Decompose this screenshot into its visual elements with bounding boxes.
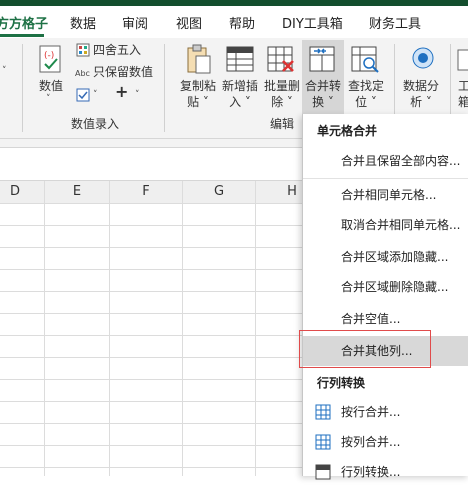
svg-text:(-): (-) bbox=[44, 51, 54, 61]
column-header-f[interactable]: F bbox=[110, 181, 183, 203]
round-icon bbox=[76, 43, 90, 60]
menu-item-label: 合并且保留全部内容... bbox=[341, 154, 461, 168]
menu-item-merge-keep-all[interactable]: 合并且保留全部内容... bbox=[303, 146, 468, 176]
data-analysis-button[interactable]: 数据分析 ˅ bbox=[398, 78, 444, 110]
toolbox-label-line2: 箱 bbox=[458, 95, 468, 109]
active-tab-underline bbox=[0, 34, 44, 37]
plus-button[interactable]: + bbox=[115, 84, 128, 100]
tab-view[interactable]: 视图 bbox=[176, 13, 202, 32]
copy-paste-button[interactable]: 复制粘贴 ˅ bbox=[176, 78, 220, 110]
menu-item-unmerge-same[interactable]: 取消合并相同单元格... bbox=[303, 210, 468, 240]
column-header-g[interactable]: G bbox=[183, 181, 256, 203]
merge-convert-label-line1: 合并转 bbox=[304, 79, 341, 93]
column-header-e[interactable]: E bbox=[45, 181, 110, 203]
copy-paste-label-line1: 复制粘 bbox=[179, 79, 216, 93]
insert-table-icon[interactable] bbox=[225, 44, 255, 79]
menu-item-label: 取消合并相同单元格... bbox=[341, 218, 461, 232]
menu-item-label: 合并相同单元格... bbox=[341, 188, 437, 202]
insert-button[interactable]: 新增插入 ˅ bbox=[218, 78, 262, 110]
numeric-group-label: 数值录入 bbox=[70, 117, 119, 131]
merge-cells-icon bbox=[309, 46, 335, 72]
grid-column-line bbox=[109, 181, 110, 476]
grid-column-line bbox=[44, 181, 45, 476]
menu-item-label: 行列转换... bbox=[341, 465, 401, 479]
tab-finance-tools[interactable]: 财务工具 bbox=[369, 13, 421, 32]
chevron-down-icon[interactable]: ˅ bbox=[2, 66, 7, 76]
batch-delete-icon[interactable] bbox=[266, 44, 296, 79]
clipboard-icon[interactable] bbox=[184, 44, 212, 79]
find-locate-label-line1: 查找定 bbox=[347, 79, 384, 93]
merge-convert-menu: 单元格合并 合并且保留全部内容... 合并相同单元格... 取消合并相同单元格.… bbox=[302, 114, 468, 480]
menu-item-merge-add-hidden[interactable]: 合并区域添加隐藏... bbox=[303, 242, 468, 272]
copy-paste-label-line2: 贴 bbox=[187, 95, 200, 109]
find-locate-button[interactable]: 查找定位 ˅ bbox=[344, 78, 388, 110]
menu-item-merge-same[interactable]: 合并相同单元格... bbox=[303, 180, 468, 210]
merge-convert-label-line2: 换 bbox=[312, 95, 325, 109]
data-analysis-label-line1: 数据分 bbox=[402, 79, 439, 93]
chevron-down-icon[interactable]: ˅ bbox=[93, 90, 98, 100]
table-icon bbox=[315, 404, 331, 420]
menu-item-label: 按行合并... bbox=[341, 405, 401, 419]
menu-item-merge-delete-hidden[interactable]: 合并区域删除隐藏... bbox=[303, 272, 468, 302]
value-convert-icon: (-) bbox=[39, 45, 61, 73]
find-locate-icon[interactable] bbox=[350, 44, 380, 79]
keep-value-button[interactable]: 只保留数值 bbox=[93, 64, 153, 80]
menu-section-cell-merge: 单元格合并 bbox=[317, 124, 378, 138]
round-button[interactable]: 四舍五入 bbox=[93, 42, 141, 58]
menu-divider bbox=[303, 178, 468, 179]
column-header-d[interactable]: D bbox=[0, 181, 45, 203]
highlight-box bbox=[299, 330, 431, 368]
tab-fangfang[interactable]: 方方格子 bbox=[0, 13, 48, 32]
merge-convert-button[interactable]: 合并转换 ˅ bbox=[302, 40, 344, 116]
value-button[interactable]: (-) bbox=[36, 44, 64, 79]
group-separator bbox=[164, 44, 165, 132]
tab-data[interactable]: 数据 bbox=[70, 13, 96, 32]
transpose-icon bbox=[315, 464, 331, 480]
grid-column-line bbox=[182, 181, 183, 476]
chevron-down-icon[interactable]: ˅ bbox=[135, 90, 140, 100]
ribbon-tab-bar: 方方格子 数据 审阅 视图 帮助 DIY工具箱 财务工具 bbox=[0, 6, 468, 39]
menu-item-label: 合并区域添加隐藏... bbox=[341, 250, 449, 264]
insert-label-line2: 入 bbox=[229, 95, 242, 109]
batch-delete-label-line1: 批量删 bbox=[263, 79, 300, 93]
menu-item-label: 按列合并... bbox=[341, 435, 401, 449]
abc-icon: Abc bbox=[75, 69, 90, 78]
group-separator bbox=[22, 44, 23, 132]
menu-section-row-col-convert: 行列转换 bbox=[317, 376, 366, 390]
toolbox-label-line1: 工 bbox=[458, 79, 468, 93]
menu-item-merge-by-row[interactable]: 按行合并... bbox=[303, 397, 468, 427]
tab-help[interactable]: 帮助 bbox=[229, 13, 255, 32]
insert-label-line1: 新增插 bbox=[221, 79, 258, 93]
menu-item-label: 合并区域删除隐藏... bbox=[341, 280, 449, 294]
tab-review[interactable]: 审阅 bbox=[122, 13, 148, 32]
chevron-down-icon[interactable]: ˅ bbox=[46, 94, 51, 104]
menu-item-merge-by-column[interactable]: 按列合并... bbox=[303, 427, 468, 457]
find-locate-label-line2: 位 bbox=[355, 95, 368, 109]
tab-diy-toolbox[interactable]: DIY工具箱 bbox=[282, 13, 343, 32]
checkbox-icon[interactable] bbox=[76, 88, 90, 105]
table-icon bbox=[315, 434, 331, 450]
data-analysis-label-line2: 析 bbox=[410, 95, 423, 109]
value-button-label[interactable]: 数值 bbox=[37, 78, 65, 94]
menu-item-transpose[interactable]: 行列转换... bbox=[303, 457, 468, 487]
batch-delete-label-line2: 除 bbox=[271, 95, 284, 109]
toolbox-icon[interactable] bbox=[456, 46, 468, 77]
toolbox-button[interactable]: 工箱 bbox=[458, 78, 468, 110]
edit-group-label: 编辑 bbox=[269, 117, 294, 131]
merge-convert-label: 合并转换 ˅ bbox=[304, 79, 341, 109]
batch-delete-button[interactable]: 批量删除 ˅ bbox=[260, 78, 304, 110]
data-analysis-icon[interactable] bbox=[410, 46, 436, 77]
grid-column-line bbox=[255, 181, 256, 476]
